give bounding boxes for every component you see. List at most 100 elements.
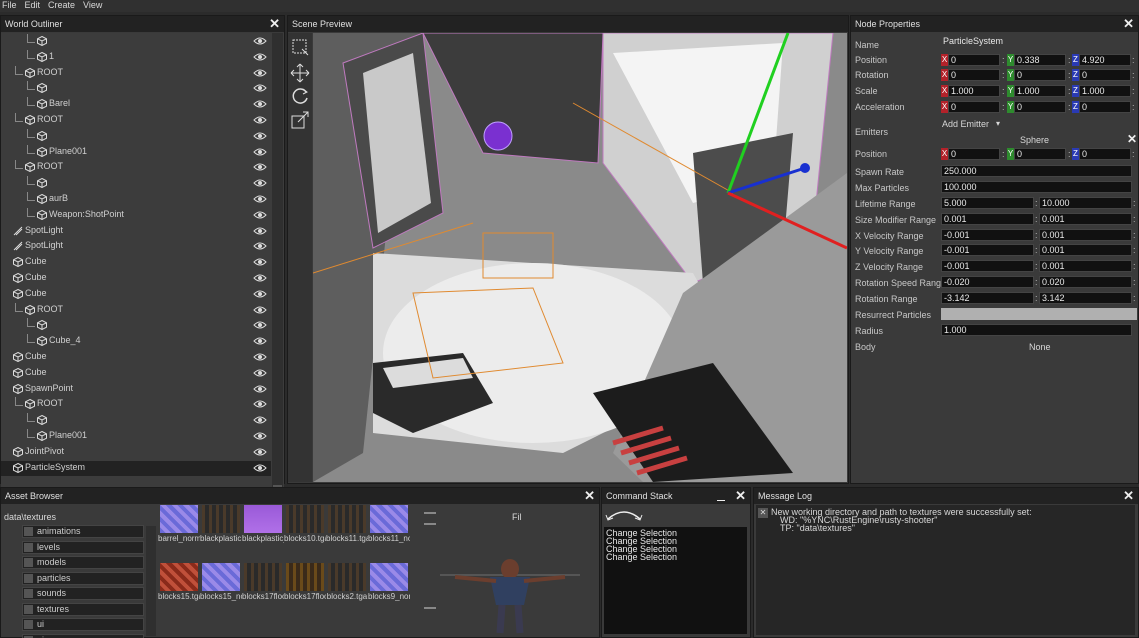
undo-redo-icon[interactable]	[604, 505, 644, 525]
acceleration-y-field[interactable]: 0	[1014, 101, 1066, 113]
range-max-field[interactable]: 0.001	[1039, 228, 1132, 241]
close-icon[interactable]: ✕	[269, 17, 280, 30]
add-emitter-button[interactable]: Add Emitter	[942, 119, 989, 129]
outliner-row[interactable]	[1, 176, 271, 191]
outliner-row[interactable]: JointPivot	[1, 445, 271, 460]
texture-thumbnail[interactable]	[328, 563, 366, 591]
outliner-row[interactable]	[1, 413, 271, 428]
eye-icon[interactable]	[253, 226, 267, 236]
texture-thumbnail[interactable]	[160, 505, 198, 533]
eye-icon[interactable]	[253, 463, 267, 473]
eye-icon[interactable]	[253, 83, 267, 93]
move-tool-icon[interactable]	[290, 63, 310, 83]
eye-icon[interactable]	[253, 115, 267, 125]
outliner-row[interactable]: Cube	[1, 350, 271, 365]
acceleration-x-field[interactable]: 0	[948, 101, 1000, 113]
expand-icon[interactable]	[24, 542, 33, 552]
eye-icon[interactable]	[253, 368, 267, 378]
position-z-field[interactable]: 4.920	[1079, 54, 1131, 66]
outliner-row[interactable]: Barel	[1, 97, 271, 112]
folder-item[interactable]: models	[22, 556, 144, 569]
close-icon[interactable]: ✕	[735, 489, 746, 502]
spawn-rate-field[interactable]: 250.000	[941, 165, 1132, 177]
menu-file[interactable]: File	[2, 0, 17, 12]
texture-thumbnail[interactable]	[244, 505, 282, 533]
eye-icon[interactable]	[253, 431, 267, 441]
range-max-field[interactable]: 0.001	[1039, 244, 1132, 257]
eye-icon[interactable]	[253, 52, 267, 62]
range-max-field[interactable]: 0.001	[1039, 260, 1132, 273]
texture-thumbnail[interactable]	[202, 563, 240, 591]
expand-icon[interactable]	[24, 589, 33, 598]
max-particles-field[interactable]: 100.000	[941, 181, 1132, 193]
outliner-row[interactable]: Cube	[1, 271, 271, 286]
outliner-row[interactable]: ParticleSystem	[1, 460, 271, 476]
outliner-row[interactable]: ROOT	[1, 113, 271, 128]
texture-thumbnail[interactable]	[328, 505, 366, 533]
folder-item[interactable]: sounds	[22, 587, 144, 600]
outliner-row[interactable]: Plane001	[1, 144, 271, 160]
folder-item[interactable]: pics	[22, 633, 144, 638]
texture-thumbnail[interactable]	[286, 563, 324, 591]
emitter-position-x-field[interactable]: 0	[948, 148, 1000, 160]
eye-icon[interactable]	[253, 320, 267, 330]
folder-item[interactable]: levels	[22, 540, 144, 554]
position-y-field[interactable]: 0.338	[1014, 54, 1066, 66]
rotation-z-field[interactable]: 0	[1079, 69, 1131, 81]
outliner-row[interactable]: SpotLight	[1, 224, 271, 239]
rotate-tool-icon[interactable]	[290, 86, 310, 106]
eye-icon[interactable]	[253, 273, 267, 283]
eye-icon[interactable]	[253, 415, 267, 425]
outliner-row[interactable]: Cube	[1, 287, 271, 302]
eye-icon[interactable]	[253, 447, 267, 457]
close-icon[interactable]: ✕	[1123, 17, 1134, 30]
texture-thumbnail[interactable]	[370, 505, 408, 533]
outliner-row[interactable]: SpotLight	[1, 239, 271, 254]
expand-icon[interactable]	[24, 573, 33, 583]
range-max-field[interactable]: 0.020	[1039, 276, 1132, 288]
eye-icon[interactable]	[253, 99, 267, 109]
eye-icon[interactable]	[253, 399, 267, 409]
outliner-row[interactable]: ROOT	[1, 302, 271, 318]
range-max-field[interactable]: 10.000	[1039, 197, 1132, 209]
expand-icon[interactable]	[24, 558, 33, 567]
outliner-scrollbar[interactable]	[272, 33, 283, 497]
emitter-position-z-field[interactable]: 0	[1079, 148, 1131, 160]
range-max-field[interactable]: 3.142	[1039, 291, 1132, 304]
body-dropdown[interactable]: None	[1029, 342, 1051, 352]
expand-icon[interactable]	[24, 604, 33, 614]
eye-icon[interactable]	[253, 352, 267, 362]
outliner-row[interactable]: Cube_4	[1, 334, 271, 349]
outliner-row[interactable]: Weapon:ShotPoint	[1, 207, 271, 223]
outliner-row[interactable]	[1, 318, 271, 333]
texture-thumbnail[interactable]	[202, 505, 240, 533]
menu-create[interactable]: Create	[48, 0, 75, 12]
outliner-row[interactable]: aurB	[1, 192, 271, 207]
expand-icon[interactable]	[24, 620, 33, 629]
select-tool-icon[interactable]	[290, 37, 310, 57]
eye-icon[interactable]	[253, 289, 267, 299]
eye-icon[interactable]	[253, 305, 267, 315]
close-icon[interactable]: ✕	[584, 489, 595, 502]
rotation-y-field[interactable]: 0	[1014, 69, 1066, 81]
expand-icon[interactable]	[24, 527, 33, 536]
outliner-row[interactable]	[1, 128, 271, 144]
eye-icon[interactable]	[253, 336, 267, 346]
outliner-row[interactable]: SpawnPoint	[1, 382, 271, 397]
texture-thumbnail[interactable]	[160, 563, 198, 591]
eye-icon[interactable]	[253, 36, 267, 46]
emitter-position-y-field[interactable]: 0	[1014, 148, 1066, 160]
range-min-field[interactable]: -0.001	[941, 244, 1034, 257]
eye-icon[interactable]	[253, 68, 267, 78]
menu-view[interactable]: View	[83, 0, 102, 12]
eye-icon[interactable]	[253, 178, 267, 188]
scale-tool-icon[interactable]	[290, 110, 310, 130]
range-min-field[interactable]: 5.000	[941, 197, 1034, 209]
folder-item[interactable]: animations	[22, 525, 144, 538]
folder-item[interactable]: ui	[22, 618, 144, 631]
outliner-row[interactable]: ROOT	[1, 160, 271, 175]
eye-icon[interactable]	[253, 257, 267, 267]
range-max-field[interactable]: 0.001	[1039, 212, 1132, 225]
scale-y-field[interactable]: 1.000	[1014, 85, 1066, 97]
range-min-field[interactable]: -0.001	[941, 228, 1034, 241]
